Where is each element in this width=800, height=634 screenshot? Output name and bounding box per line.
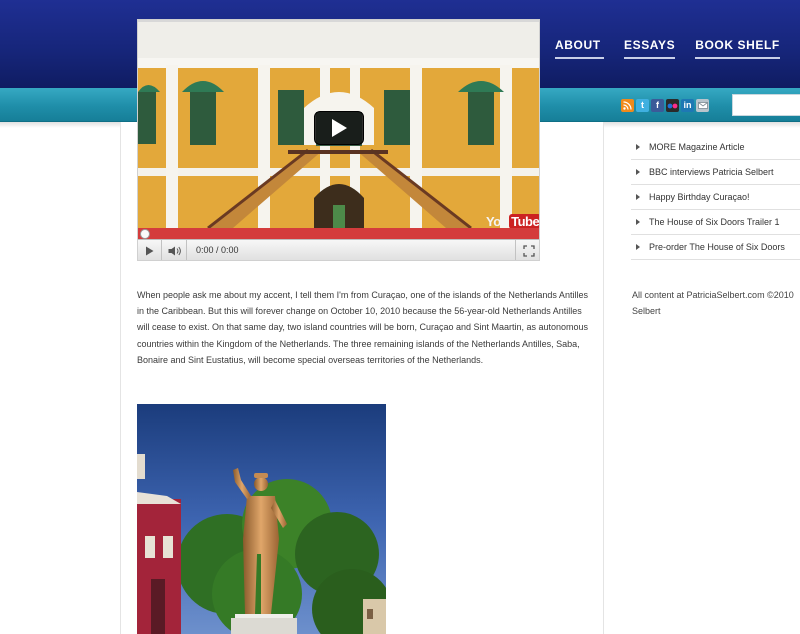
facebook-icon[interactable]: f — [651, 99, 664, 112]
copyright-notice: All content at PatriciaSelbert.com ©2010… — [632, 287, 800, 319]
sidebar-link-bbc-interview[interactable]: BBC interviews Patricia Selbert — [631, 160, 800, 185]
sidebar-link-label: Happy Birthday Curaçao! — [649, 192, 750, 202]
sidebar-link-label: BBC interviews Patricia Selbert — [649, 167, 774, 177]
play-button[interactable] — [314, 111, 364, 145]
sidebar-link-label: Pre-order The House of Six Doors — [649, 242, 785, 252]
nav-essays[interactable]: ESSAYS — [624, 38, 676, 59]
article-paragraph: When people ask me about my accent, I te… — [137, 290, 589, 365]
play-icon — [146, 246, 154, 256]
video-controls: 0:00 / 0:00 — [138, 239, 539, 260]
nav-about[interactable]: ABOUT — [555, 38, 604, 59]
linkedin-icon[interactable]: in — [681, 99, 694, 112]
mail-icon[interactable] — [696, 99, 709, 112]
fullscreen-button[interactable] — [515, 240, 539, 260]
bullet-arrow-icon — [636, 194, 640, 200]
progress-scrubber-handle[interactable] — [140, 229, 150, 239]
sidebar-link-preorder[interactable]: Pre-order The House of Six Doors — [631, 235, 800, 260]
sidebar-link-happy-birthday[interactable]: Happy Birthday Curaçao! — [631, 185, 800, 210]
bullet-arrow-icon — [636, 244, 640, 250]
youtube-video-player[interactable]: You Tube 0:00 / 0:00 — [137, 19, 540, 261]
sidebar-link-label: MORE Magazine Article — [649, 142, 745, 152]
twitter-icon[interactable]: t — [636, 99, 649, 112]
fullscreen-icon — [522, 245, 535, 257]
sidebar-link-more-magazine[interactable]: MORE Magazine Article — [631, 135, 800, 160]
main-nav: ABOUT ESSAYS BOOK SHELF — [555, 38, 800, 59]
play-icon — [332, 119, 347, 137]
control-play-button[interactable] — [138, 240, 162, 260]
copyright-line-2: Selbert — [632, 306, 661, 316]
statue-photo — [137, 404, 386, 634]
sidebar-links: MORE Magazine Article BBC interviews Pat… — [631, 135, 800, 260]
bullet-arrow-icon — [636, 144, 640, 150]
nav-book-shelf[interactable]: BOOK SHELF — [695, 38, 780, 59]
sidebar-link-label: The House of Six Doors Trailer 1 — [649, 217, 780, 227]
speaker-icon — [168, 246, 181, 256]
copyright-line-1: All content at PatriciaSelbert.com ©2010 — [632, 290, 794, 300]
sidebar-link-trailer[interactable]: The House of Six Doors Trailer 1 — [631, 210, 800, 235]
video-progress-bar[interactable] — [138, 228, 539, 239]
search-input[interactable] — [732, 94, 800, 116]
social-icons: t f in — [621, 99, 709, 112]
youtube-logo: You Tube — [486, 214, 540, 229]
rss-icon[interactable] — [621, 99, 634, 112]
volume-button[interactable] — [163, 240, 187, 260]
bullet-arrow-icon — [636, 219, 640, 225]
video-time-readout: 0:00 / 0:00 — [196, 245, 239, 255]
bullet-arrow-icon — [636, 169, 640, 175]
flickr-icon[interactable] — [666, 99, 679, 112]
